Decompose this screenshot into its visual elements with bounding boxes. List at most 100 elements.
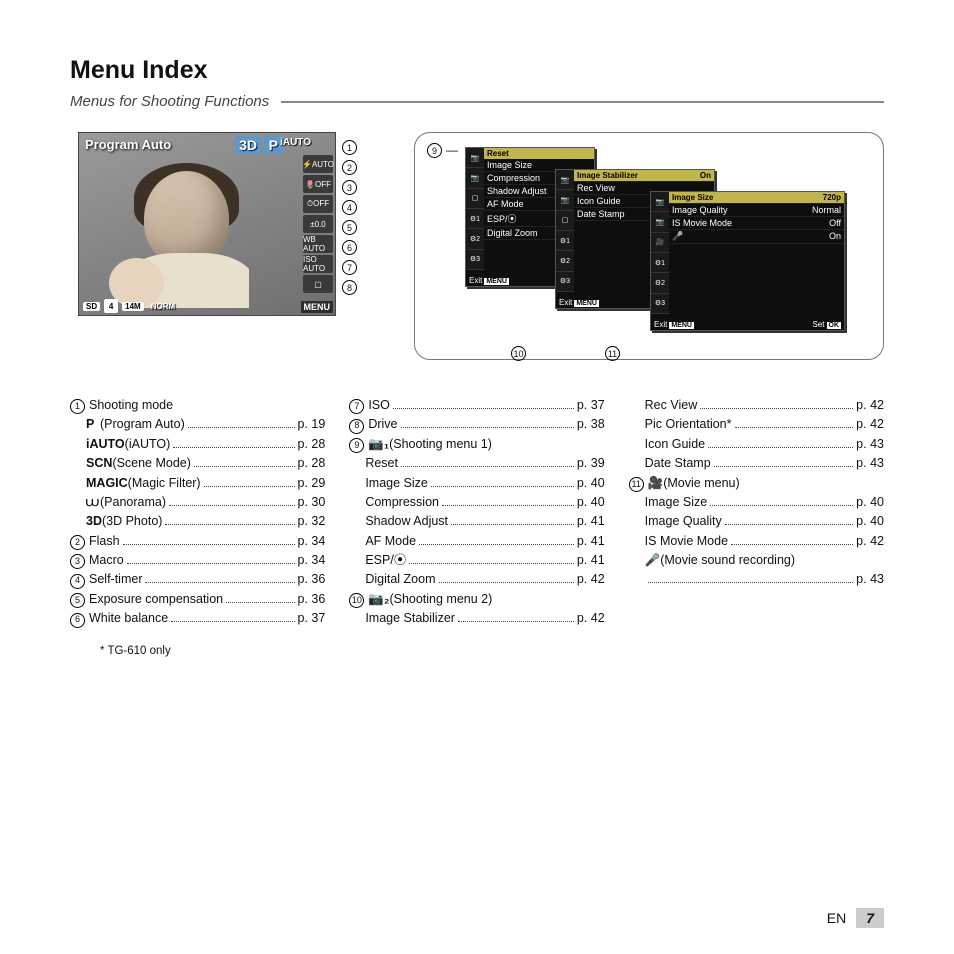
lcd-preview: Program Auto 3D P iAUTO ⚡AUTO 🌷OFF ⏱OFF … bbox=[78, 132, 336, 316]
movie-menu-screen: 📷 📷 🎥 ⚙1 ⚙2 ⚙3 Image Size720p Image Qual… bbox=[650, 191, 845, 331]
menu1-row: Reset bbox=[484, 148, 594, 159]
index-prefix-icon: 📷₁ bbox=[368, 435, 389, 454]
index-label: Macro bbox=[89, 551, 124, 570]
index-page: p. 40 bbox=[577, 474, 605, 493]
index-callout: 7 bbox=[349, 399, 364, 414]
index-prefix-icon: 📷₂ bbox=[368, 590, 389, 609]
index-page: p. 32 bbox=[298, 512, 326, 531]
index-page: p. 28 bbox=[298, 435, 326, 454]
lcd-mode-label: Program Auto bbox=[85, 137, 171, 152]
index-page: p. 41 bbox=[577, 551, 605, 570]
index-label: Image Stabilizer bbox=[365, 609, 455, 628]
cam1-icon: 📷 bbox=[651, 192, 669, 212]
index-prefix-icon: 3D bbox=[86, 512, 102, 531]
index-label: (iAUTO) bbox=[125, 435, 171, 454]
menu3-row: Image Quality bbox=[672, 205, 728, 215]
ev-icon: ±0.0 bbox=[303, 215, 333, 233]
index-callout: 5 bbox=[70, 593, 85, 608]
index-entry: Image Stabilizer p. 42 bbox=[365, 609, 604, 628]
index-col-2: 7ISOp. 378Drivep. 389📷₁ (Shooting menu 1… bbox=[349, 396, 604, 629]
index-entry: IS Movie Modep. 42 bbox=[645, 532, 884, 551]
menu-btn-icon: MENU bbox=[484, 278, 509, 285]
set2-icon: ⚙2 bbox=[556, 251, 574, 271]
index-prefix-icon: iAUTO bbox=[86, 435, 125, 454]
exit-label: Exit bbox=[469, 276, 482, 285]
index-entry: Image Sizep. 40 bbox=[645, 493, 884, 512]
footnote: * TG-610 only bbox=[100, 645, 884, 657]
set3-icon: ⚙3 bbox=[556, 272, 574, 292]
index-entry: AF Mode p. 41 bbox=[365, 532, 604, 551]
index-page: p. 42 bbox=[856, 532, 884, 551]
index-entry: 2Flashp. 34 bbox=[70, 532, 325, 551]
index-entry: Image Quality p. 40 bbox=[645, 512, 884, 531]
index-entry: ESP/⦿p. 41 bbox=[365, 551, 604, 570]
lcd-bottom: SD 4 14M NORM bbox=[83, 299, 178, 313]
set1-icon: ⚙1 bbox=[651, 253, 669, 273]
index-callout: 1 bbox=[70, 399, 85, 414]
index-page: p. 34 bbox=[298, 532, 326, 551]
index-label: Self-timer bbox=[89, 570, 142, 589]
index-entry: 3Macrop. 34 bbox=[70, 551, 325, 570]
index-page: p. 39 bbox=[577, 454, 605, 473]
lcd-side-icons: ⚡AUTO 🌷OFF ⏱OFF ±0.0 WB AUTO ISO AUTO ▢ bbox=[303, 155, 333, 293]
index-entry: Digital Zoomp. 42 bbox=[365, 570, 604, 589]
index-page: p. 41 bbox=[577, 532, 605, 551]
index-callout: 10 bbox=[349, 593, 364, 608]
index-label: (Scene Mode) bbox=[112, 454, 191, 473]
menu-icon: MENU bbox=[301, 301, 334, 313]
index-callout: 11 bbox=[629, 477, 644, 492]
compression-label: NORM bbox=[148, 302, 178, 311]
index-page: p. 40 bbox=[856, 493, 884, 512]
flash-icon: ⚡AUTO bbox=[303, 155, 333, 173]
index-callout: 2 bbox=[70, 535, 85, 550]
menu1-row: AF Mode bbox=[487, 199, 524, 209]
iso-icon: ISO AUTO bbox=[303, 255, 333, 273]
index-page: p. 34 bbox=[298, 551, 326, 570]
index-entry: 11 🎥 (Movie menu) bbox=[629, 474, 884, 493]
index-label: Date Stamp bbox=[645, 454, 711, 473]
menu1-row: Digital Zoom bbox=[487, 228, 538, 238]
index-label: Shooting mode bbox=[89, 396, 173, 415]
page-title: Menu Index bbox=[70, 56, 884, 85]
menu3-row: IS Movie Mode bbox=[672, 218, 732, 228]
callout-9: 9 bbox=[427, 143, 442, 158]
callout-7: 7 bbox=[342, 260, 357, 275]
index-page: p. 37 bbox=[577, 396, 605, 415]
menu3-row: Image Size bbox=[672, 193, 713, 202]
index-label: (Shooting menu 2) bbox=[389, 590, 492, 609]
menu1-row: Compression bbox=[487, 173, 540, 183]
index-label: ISO bbox=[368, 396, 390, 415]
index-page: p. 42 bbox=[577, 570, 605, 589]
index-label: Image Quality bbox=[645, 512, 722, 531]
menu3-val: 720p bbox=[823, 193, 841, 202]
set2-icon: ⚙2 bbox=[466, 229, 484, 249]
index-page: p. 19 bbox=[298, 415, 326, 434]
index-entry: iAUTO (iAUTO) p. 28 bbox=[86, 435, 325, 454]
page-footer: EN 7 bbox=[827, 908, 884, 928]
index-page: p. 40 bbox=[856, 512, 884, 531]
set1-icon: ⚙1 bbox=[556, 231, 574, 251]
index-page: p. 28 bbox=[298, 454, 326, 473]
index-label: (Movie menu) bbox=[663, 474, 739, 493]
index-label: (Program Auto) bbox=[100, 415, 185, 434]
index-label: AF Mode bbox=[365, 532, 416, 551]
index-page: p. 42 bbox=[856, 415, 884, 434]
index-page: p. 43 bbox=[856, 435, 884, 454]
index-entry: 10 📷₂ (Shooting menu 2) bbox=[349, 590, 604, 609]
menu3-val: Off bbox=[829, 218, 841, 228]
index-entry: 7 ISO p. 37 bbox=[349, 396, 604, 415]
index-prefix-icon: P bbox=[86, 415, 100, 434]
index-label: (Shooting menu 1) bbox=[389, 435, 492, 454]
callout-11: 11 bbox=[605, 346, 620, 361]
index-prefix-icon: 🎥 bbox=[648, 474, 664, 493]
lang-label: EN bbox=[827, 910, 846, 926]
index-page: p. 42 bbox=[577, 609, 605, 628]
index-page: p. 36 bbox=[298, 570, 326, 589]
play-icon: ▢ bbox=[466, 189, 484, 209]
callout-6: 6 bbox=[342, 240, 357, 255]
index-page: p. 38 bbox=[577, 415, 605, 434]
callout-2: 2 bbox=[342, 160, 357, 175]
index-callout: 9 bbox=[349, 438, 364, 453]
lcd-photo bbox=[99, 163, 249, 308]
index-page: p. 40 bbox=[577, 493, 605, 512]
